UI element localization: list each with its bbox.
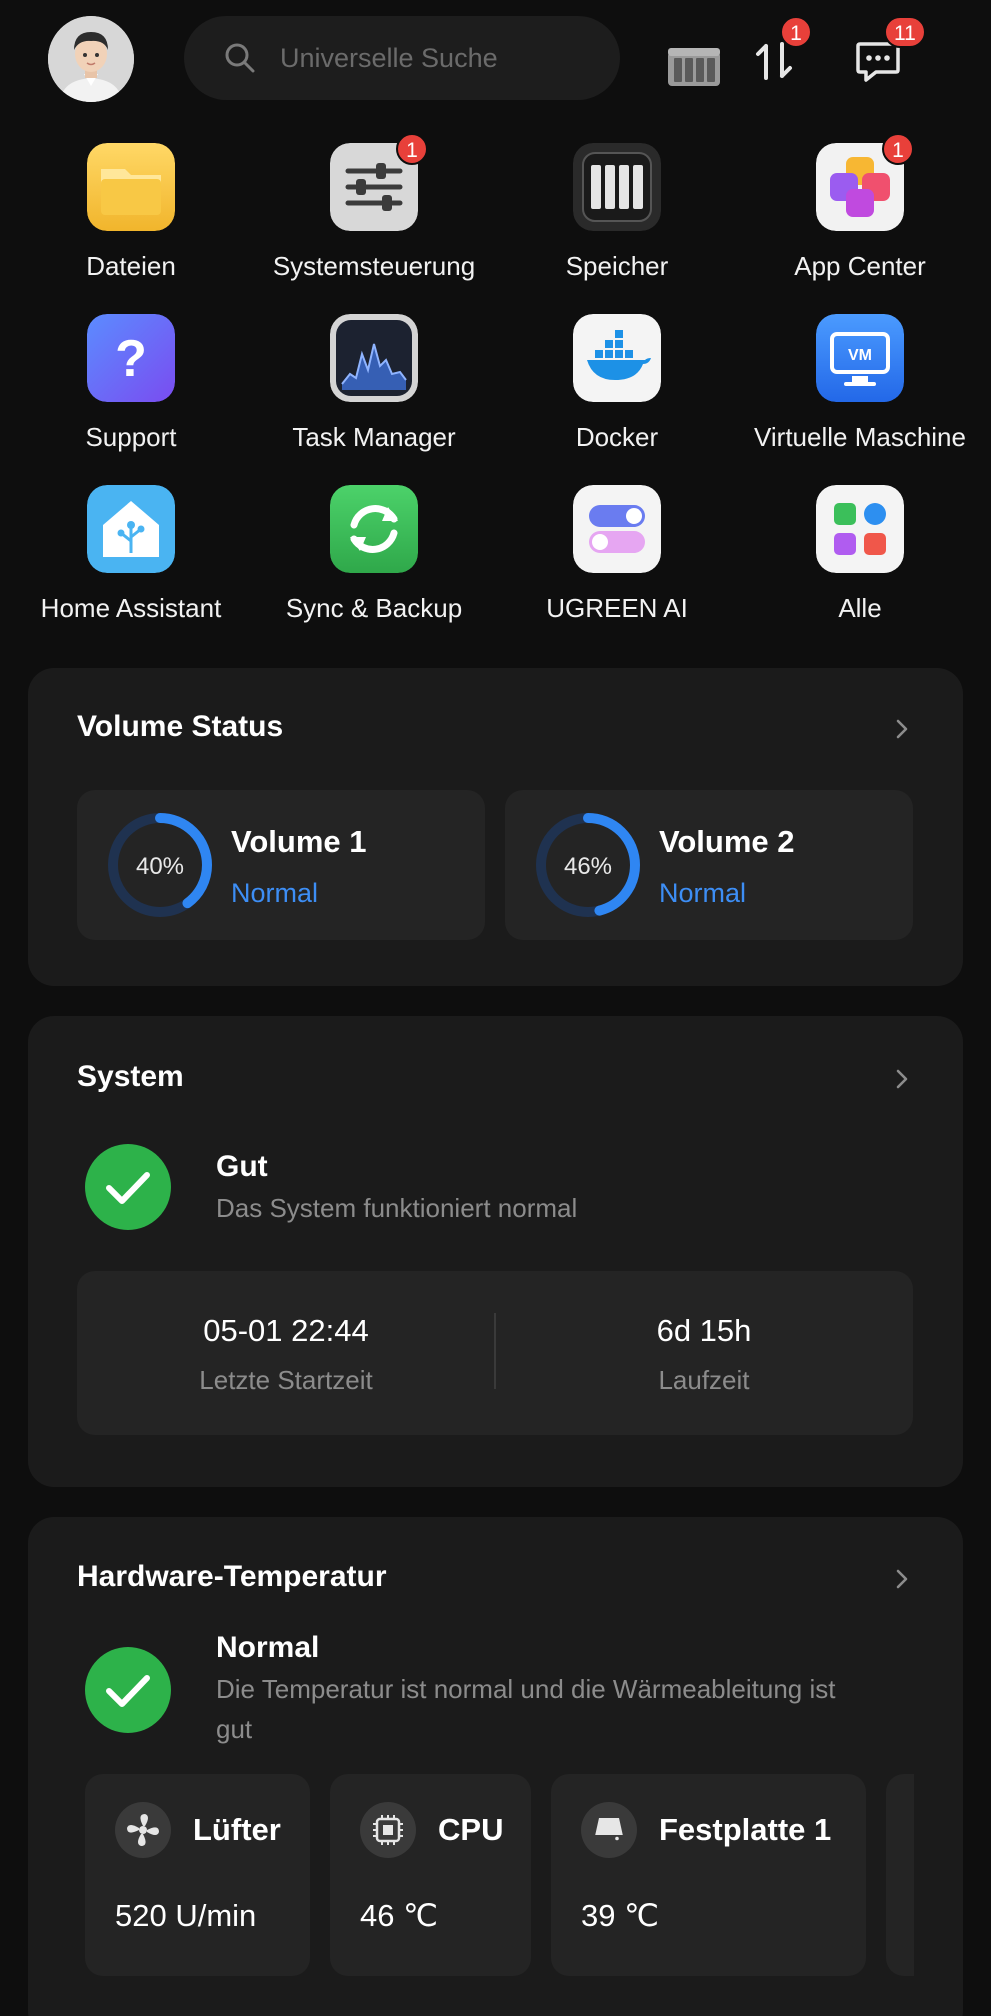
messages-badge: 11 <box>884 16 926 48</box>
last-start-value: 05-01 22:44 <box>203 1313 369 1348</box>
cpu-chip-icon <box>360 1802 416 1858</box>
app-label: Support <box>85 422 177 452</box>
system-status-description: Das System funktioniert normal <box>216 1193 578 1223</box>
app-badge: 1 <box>882 133 914 165</box>
app-docker[interactable]: Docker <box>497 314 737 454</box>
usage-percent: 40% <box>136 853 184 880</box>
app-label: UGREEN AI <box>546 593 688 623</box>
card-title: System <box>77 1060 184 1093</box>
app-label: Home Assistant <box>40 593 222 623</box>
hardware-item-partial[interactable] <box>886 1774 914 1976</box>
last-start-label: Letzte Startzeit <box>199 1365 373 1395</box>
card-title: Volume Status <box>77 710 284 743</box>
hardware-scroll-strip[interactable]: Lüfter 520 U/min CPU 46 ℃ Festplatte 1 3… <box>85 1517 914 2016</box>
hardware-item-disk[interactable]: Festplatte 1 39 ℃ <box>551 1774 866 1976</box>
question-icon: ? <box>87 314 175 402</box>
volume-state: Normal <box>659 878 747 908</box>
vm-monitor-icon: VM <box>816 314 904 402</box>
app-dateien[interactable]: Dateien <box>11 143 251 283</box>
avatar-illustration <box>48 16 134 102</box>
app-label: Speicher <box>565 251 669 281</box>
system-status: Gut <box>216 1150 268 1183</box>
volume-name: Volume 2 <box>659 824 795 859</box>
hardware-temperature-card[interactable]: Hardware-Temperatur Normal Die Temperatu… <box>28 1517 963 2016</box>
app-alle[interactable]: Alle <box>740 485 980 625</box>
volume-item[interactable]: 40% Volume 1 Normal <box>77 790 485 940</box>
svg-text:VM: VM <box>848 347 872 364</box>
hardware-value: 520 U/min <box>115 1898 257 1933</box>
hard-disk-icon <box>581 1802 637 1858</box>
nas-device-icon[interactable] <box>666 44 722 88</box>
app-sync-backup[interactable]: Sync & Backup <box>254 485 494 625</box>
storage-icon <box>573 143 661 231</box>
app-label: Sync & Backup <box>285 593 463 623</box>
svg-text:?: ? <box>115 330 147 388</box>
hardware-item-cpu[interactable]: CPU 46 ℃ <box>330 1774 531 1976</box>
volume-item[interactable]: 46% Volume 2 Normal <box>505 790 913 940</box>
volume-status-card[interactable]: Volume Status 40% Volume 1 Normal 46% Vo… <box>28 668 963 986</box>
system-info-box: 05-01 22:44 Letzte Startzeit 6d 15h Lauf… <box>77 1271 913 1435</box>
app-ugreen-ai[interactable]: UGREEN AI <box>497 485 737 625</box>
usage-percent: 46% <box>564 853 612 880</box>
uptime-column: 6d 15h Laufzeit <box>495 1271 913 1435</box>
volume-state: Normal <box>231 878 319 908</box>
hardware-name: CPU <box>438 1812 504 1847</box>
app-label: Alle <box>838 593 882 623</box>
toggles-icon <box>573 485 661 573</box>
app-support[interactable]: ? Support <box>11 314 251 454</box>
search-icon <box>225 43 255 73</box>
user-avatar[interactable] <box>48 16 134 102</box>
sync-icon <box>330 485 418 573</box>
search-placeholder: Universelle Suche <box>280 43 498 73</box>
uptime-label: Laufzeit <box>658 1365 750 1395</box>
app-label: App Center <box>794 251 926 281</box>
all-apps-icon <box>816 485 904 573</box>
last-start-column: 05-01 22:44 Letzte Startzeit <box>77 1271 495 1435</box>
volume-name: Volume 1 <box>231 824 367 859</box>
app-label: Virtuelle Maschine <box>754 422 966 452</box>
app-label: Dateien <box>86 251 176 281</box>
check-icon <box>85 1144 171 1230</box>
uptime-value: 6d 15h <box>656 1313 752 1348</box>
app-task-manager[interactable]: Task Manager <box>254 314 494 454</box>
app-label: Systemsteuerung <box>272 251 476 281</box>
app-speicher[interactable]: Speicher <box>497 143 737 283</box>
hardware-name: Festplatte 1 <box>659 1812 832 1847</box>
app-virtuelle-maschine[interactable]: VM Virtuelle Maschine <box>740 314 980 454</box>
chevron-right-icon[interactable] <box>891 1068 913 1090</box>
docker-whale-icon <box>573 314 661 402</box>
activity-chart-icon <box>330 314 418 402</box>
home-assistant-icon <box>87 485 175 573</box>
app-label: Task Manager <box>292 422 456 452</box>
universal-search[interactable]: Universelle Suche <box>184 16 620 100</box>
app-label: Docker <box>575 422 659 452</box>
hardware-value: 46 ℃ <box>360 1898 438 1933</box>
app-home-assistant[interactable]: Home Assistant <box>11 485 251 625</box>
hardware-item-fan[interactable]: Lüfter 520 U/min <box>85 1774 310 1976</box>
app-badge: 1 <box>396 133 428 165</box>
hardware-value: 39 ℃ <box>581 1898 659 1933</box>
transfer-badge: 1 <box>780 16 812 48</box>
app-app-center[interactable]: 1 App Center <box>740 133 980 283</box>
app-systemsteuerung[interactable]: 1 Systemsteuerung <box>254 133 494 283</box>
top-bar: Universelle Suche 1 11 <box>0 0 991 120</box>
fan-icon <box>115 1802 171 1858</box>
usage-ring: 46% <box>536 813 640 917</box>
usage-ring: 40% <box>108 813 212 917</box>
chevron-right-icon[interactable] <box>891 718 913 740</box>
hardware-name: Lüfter <box>193 1812 281 1847</box>
system-card[interactable]: System Gut Das System funktioniert norma… <box>28 1016 963 1487</box>
folder-icon <box>87 143 175 231</box>
